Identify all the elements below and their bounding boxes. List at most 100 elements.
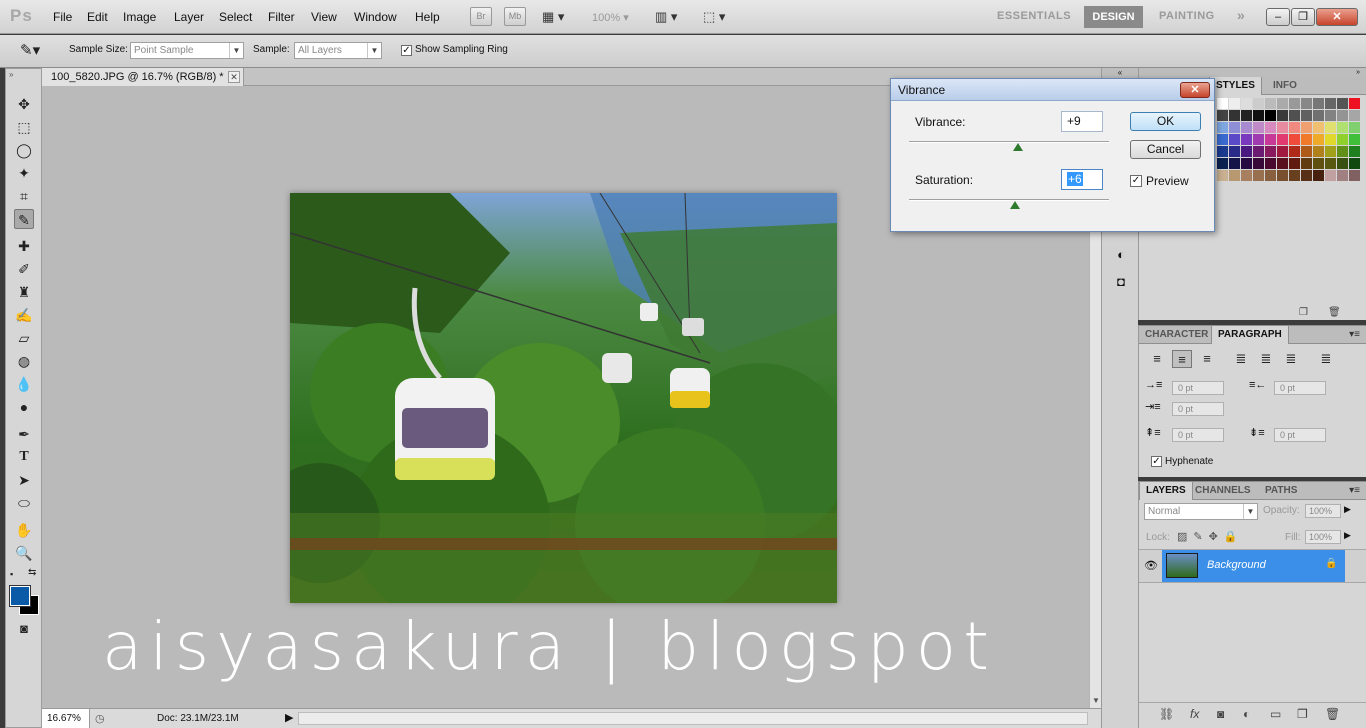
menu-window[interactable]: Window — [354, 10, 397, 24]
menu-image[interactable]: Image — [123, 10, 156, 24]
status-menu-arrow-icon[interactable]: ▶ — [285, 711, 293, 724]
color-swatch[interactable] — [1229, 158, 1240, 169]
color-swatch[interactable] — [1313, 170, 1324, 181]
saturation-slider-track[interactable] — [909, 199, 1109, 201]
color-swatch[interactable] — [1265, 122, 1276, 133]
color-swatch[interactable] — [1241, 98, 1252, 109]
color-swatch[interactable] — [1265, 146, 1276, 157]
mask-icon[interactable]: ◙ — [1217, 707, 1224, 721]
eraser-tool-icon[interactable]: ▱ — [14, 328, 34, 348]
color-swatch[interactable] — [1217, 134, 1228, 145]
pen-tool-icon[interactable]: ✒ — [14, 424, 34, 444]
color-swatch[interactable] — [1325, 122, 1336, 133]
show-sampling-ring-checkbox[interactable]: ✓ — [401, 45, 412, 56]
color-swatch[interactable] — [1337, 98, 1348, 109]
tab-character[interactable]: CHARACTER — [1139, 326, 1214, 344]
quick-selection-tool-icon[interactable]: ✦ — [14, 163, 34, 183]
color-swatch[interactable] — [1277, 110, 1288, 121]
path-selection-tool-icon[interactable]: ➤ — [14, 470, 34, 490]
justify-last-left-icon[interactable]: ≣ — [1231, 350, 1251, 368]
color-swatch[interactable] — [1349, 122, 1360, 133]
adjustments-panel-icon[interactable]: ◐ — [1112, 247, 1130, 265]
align-center-icon[interactable]: ≡ — [1172, 350, 1192, 368]
blur-tool-icon[interactable]: 💧 — [14, 374, 34, 394]
color-swatch[interactable] — [1289, 110, 1300, 121]
color-swatch[interactable] — [1337, 110, 1348, 121]
layer-row-selected[interactable]: Background 🔒 — [1162, 550, 1345, 582]
color-swatch[interactable] — [1313, 134, 1324, 145]
more-workspaces-icon[interactable]: » — [1237, 7, 1245, 23]
crop-tool-icon[interactable]: ⌗ — [14, 186, 34, 206]
menu-file[interactable]: File — [53, 10, 72, 24]
color-swatch[interactable] — [1241, 158, 1252, 169]
mini-bridge-button[interactable]: Mb — [504, 7, 526, 26]
color-swatch[interactable] — [1241, 110, 1252, 121]
tab-paragraph[interactable]: PARAGRAPH — [1211, 326, 1289, 344]
color-swatch[interactable] — [1325, 146, 1336, 157]
color-swatch[interactable] — [1325, 98, 1336, 109]
color-swatch[interactable] — [1349, 98, 1360, 109]
color-swatch[interactable] — [1217, 146, 1228, 157]
indent-right-field[interactable]: 0 pt — [1274, 381, 1326, 395]
minimize-button[interactable]: – — [1266, 8, 1290, 26]
delete-swatch-icon[interactable]: 🗑 — [1328, 307, 1341, 318]
color-swatch[interactable] — [1241, 170, 1252, 181]
tab-layers[interactable]: LAYERS — [1139, 482, 1193, 500]
color-swatch[interactable] — [1229, 98, 1240, 109]
color-swatch[interactable] — [1301, 170, 1312, 181]
new-layer-icon[interactable]: ❐ — [1297, 707, 1308, 721]
hyphenate-checkbox[interactable]: ✓ — [1151, 456, 1162, 467]
tab-paths[interactable]: PATHS — [1259, 482, 1303, 500]
color-swatch[interactable] — [1325, 158, 1336, 169]
saturation-slider-thumb[interactable] — [1010, 201, 1020, 209]
indent-left-field[interactable]: 0 pt — [1172, 381, 1224, 395]
color-swatch[interactable] — [1265, 158, 1276, 169]
vibrance-input[interactable]: +9 — [1061, 111, 1103, 132]
expand-panels-icon[interactable]: « — [1102, 68, 1138, 78]
paint-bucket-tool-icon[interactable]: ◍ — [14, 351, 34, 371]
ok-button[interactable]: OK — [1130, 112, 1201, 131]
color-swatch[interactable] — [1313, 146, 1324, 157]
move-tool-icon[interactable]: ✥ — [14, 94, 34, 114]
layer-row[interactable]: 👁 Background 🔒 — [1139, 549, 1366, 583]
fx-icon[interactable]: fx — [1190, 707, 1199, 721]
color-swatch[interactable] — [1253, 110, 1264, 121]
trash-icon[interactable]: 🗑 — [1325, 707, 1340, 721]
group-icon[interactable]: ▭ — [1270, 707, 1281, 721]
color-swatch[interactable] — [1349, 146, 1360, 157]
link-icon[interactable]: ⛓ — [1159, 707, 1174, 721]
screen-mode-icon[interactable]: ⬚ ▾ — [703, 9, 725, 25]
collapse-toolbox-icon[interactable]: » — [9, 70, 13, 79]
color-swatch[interactable] — [1277, 158, 1288, 169]
color-swatch[interactable] — [1277, 134, 1288, 145]
space-before-field[interactable]: 0 pt — [1172, 428, 1224, 442]
menu-view[interactable]: View — [311, 10, 337, 24]
tab-info[interactable]: INFO — [1267, 77, 1303, 95]
quick-mask-icon[interactable]: ◙ — [14, 619, 34, 639]
align-right-icon[interactable]: ≡ — [1197, 350, 1217, 368]
color-swatch[interactable] — [1229, 170, 1240, 181]
color-swatch[interactable] — [1289, 170, 1300, 181]
color-swatch[interactable] — [1301, 110, 1312, 121]
color-swatch[interactable] — [1253, 146, 1264, 157]
color-swatch[interactable] — [1301, 158, 1312, 169]
color-swatch[interactable] — [1253, 158, 1264, 169]
color-swatch[interactable] — [1217, 98, 1228, 109]
close-window-button[interactable]: ✕ — [1316, 8, 1358, 26]
default-colors-icon[interactable]: ▪ — [10, 569, 13, 579]
fill-arrow-icon[interactable]: ▶ — [1344, 530, 1351, 541]
color-swatch[interactable] — [1289, 98, 1300, 109]
menu-select[interactable]: Select — [219, 10, 252, 24]
justify-all-icon[interactable]: ≣ — [1316, 350, 1336, 368]
color-swatch[interactable] — [1337, 134, 1348, 145]
color-swatch[interactable] — [1265, 110, 1276, 121]
color-swatch[interactable] — [1265, 134, 1276, 145]
arrange-documents-icon[interactable]: ▥ ▾ — [655, 9, 677, 25]
eyedropper-tool-icon[interactable]: ✎ — [14, 209, 34, 229]
layers-panel-menu-icon[interactable]: ▾≡ — [1349, 485, 1360, 496]
color-swatch[interactable] — [1313, 110, 1324, 121]
hand-tool-icon[interactable]: ✋ — [14, 520, 34, 540]
color-swatch[interactable] — [1265, 170, 1276, 181]
color-swatch[interactable] — [1325, 110, 1336, 121]
opacity-arrow-icon[interactable]: ▶ — [1344, 504, 1351, 515]
